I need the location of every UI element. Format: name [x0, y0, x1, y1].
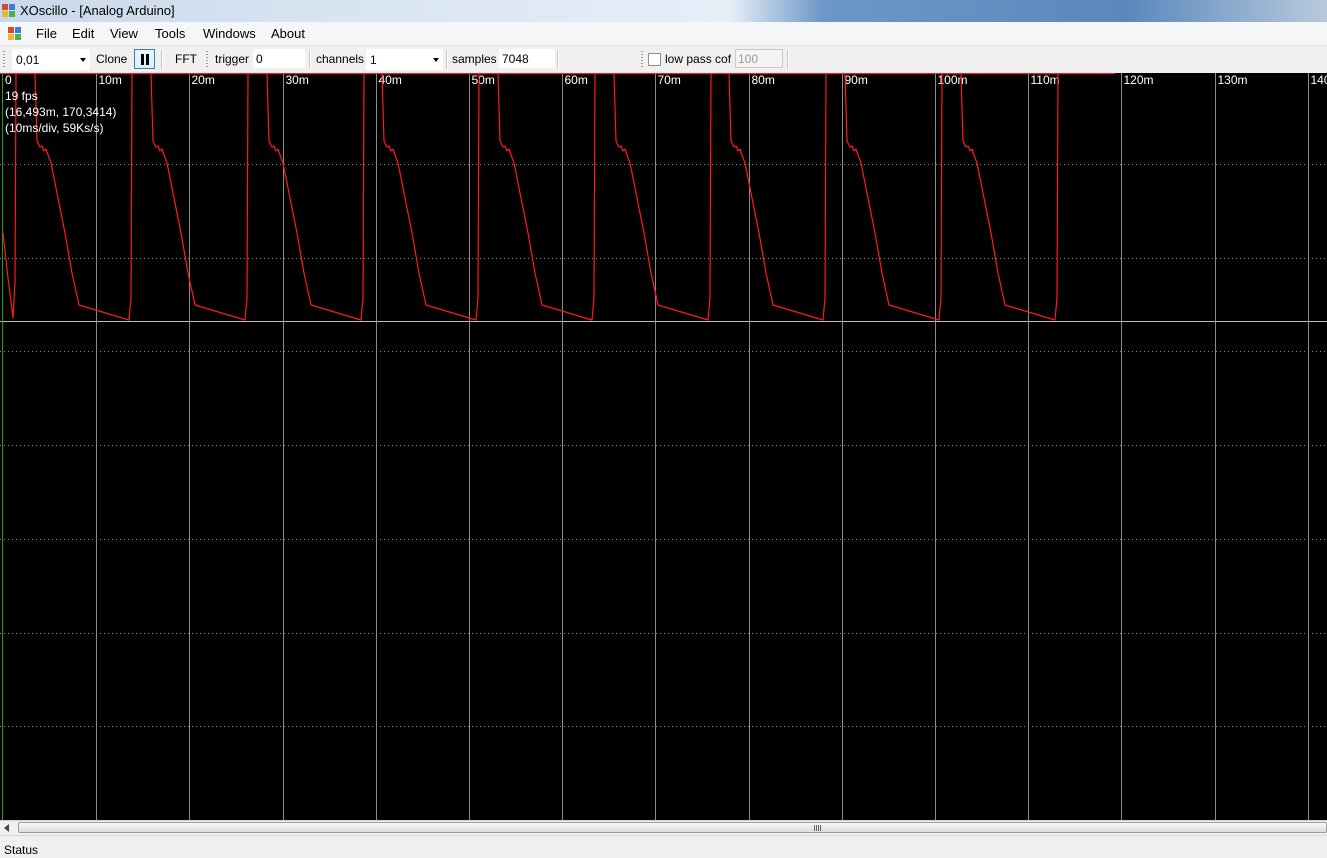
- timebase-readout: (10ms/div, 59Ks/s): [5, 121, 103, 135]
- scrollbar-thumb[interactable]: [18, 822, 1327, 833]
- lowpass-label: low pass cof: [665, 52, 731, 66]
- horizontal-scrollbar[interactable]: [0, 820, 1327, 835]
- status-text: Status: [4, 843, 38, 857]
- menu-view[interactable]: View: [110, 26, 138, 41]
- lowpass-value: 100: [738, 52, 758, 66]
- timebase-combo[interactable]: 0,01: [12, 49, 90, 70]
- timebase-value: 0,01: [16, 53, 39, 67]
- x-tick-label: 120m: [1124, 73, 1154, 87]
- toolbar-separator: [557, 50, 559, 69]
- x-tick-label: 10m: [99, 73, 122, 87]
- channels-combo[interactable]: 1: [366, 49, 443, 70]
- app-icon: [2, 4, 16, 18]
- menu-bar: File Edit View Tools Windows About: [0, 22, 1327, 46]
- chevron-down-icon: [433, 58, 439, 62]
- window-title: XOscillo - [Analog Arduino]: [20, 3, 175, 18]
- trigger-value: 0: [256, 52, 263, 66]
- toolbar-grip[interactable]: [206, 51, 208, 68]
- pause-button[interactable]: [134, 49, 155, 69]
- scroll-left-icon[interactable]: [4, 824, 9, 832]
- title-bar: XOscillo - [Analog Arduino]: [0, 0, 1327, 22]
- x-tick-label: 30m: [286, 73, 309, 87]
- lowpass-checkbox[interactable]: [648, 53, 661, 66]
- fft-button[interactable]: FFT: [175, 52, 197, 66]
- x-tick-label: 110m: [1031, 73, 1060, 87]
- samples-input[interactable]: 7048: [499, 49, 555, 68]
- toolbar-separator: [446, 50, 448, 69]
- x-tick-label: 0: [5, 73, 12, 87]
- oscilloscope-display[interactable]: 010m20m30m40m50m60m70m80m90m100m110m120m…: [0, 73, 1327, 820]
- status-bar: Status: [0, 835, 1327, 858]
- x-tick-label: 70m: [658, 73, 681, 87]
- signal-trace: [3, 73, 1060, 320]
- x-tick-label: 90m: [845, 73, 868, 87]
- x-tick-label: 140: [1311, 73, 1327, 87]
- samples-value: 7048: [502, 52, 529, 66]
- x-tick-label: 60m: [565, 73, 588, 87]
- lowpass-input: 100: [735, 49, 783, 68]
- trigger-label: trigger: [215, 52, 249, 66]
- menu-tools[interactable]: Tools: [155, 26, 185, 41]
- menu-about[interactable]: About: [271, 26, 305, 41]
- scroll-grip-icon: [814, 825, 821, 831]
- fps-readout: 19 fps: [5, 89, 38, 103]
- toolbar-grip[interactable]: [641, 51, 643, 68]
- chevron-down-icon: [80, 58, 86, 62]
- x-tick-label: 20m: [192, 73, 215, 87]
- scope-canvas[interactable]: 010m20m30m40m50m60m70m80m90m100m110m120m…: [0, 73, 1327, 820]
- clone-button[interactable]: Clone: [96, 52, 127, 66]
- mdi-child-icon[interactable]: [8, 27, 22, 41]
- channels-label: channels: [316, 52, 364, 66]
- toolbar-grip[interactable]: [3, 51, 5, 68]
- toolbar-separator: [161, 50, 163, 69]
- trigger-input[interactable]: 0: [253, 49, 305, 68]
- x-tick-label: 50m: [472, 73, 495, 87]
- toolbar: 0,01 Clone FFT trigger 0 channels 1 samp…: [0, 46, 1327, 74]
- menu-windows[interactable]: Windows: [203, 26, 256, 41]
- menu-edit[interactable]: Edit: [72, 26, 94, 41]
- samples-label: samples: [452, 52, 497, 66]
- x-tick-label: 80m: [752, 73, 775, 87]
- channels-value: 1: [370, 53, 377, 67]
- x-tick-label: 130m: [1218, 73, 1248, 87]
- toolbar-separator: [309, 50, 311, 69]
- cursor-readout: (16,493m, 170,3414): [5, 105, 116, 119]
- toolbar-separator: [787, 50, 789, 69]
- menu-file[interactable]: File: [36, 26, 57, 41]
